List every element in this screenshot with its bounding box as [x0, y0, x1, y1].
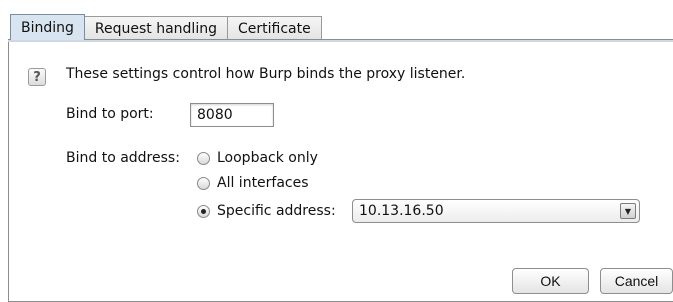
- tab-bar: Binding Request handling Certificate: [10, 14, 322, 40]
- radio-specific-address-label: Specific address:: [217, 203, 336, 219]
- radio-button-icon[interactable]: [197, 176, 210, 190]
- radio-specific-address[interactable]: Specific address:: [197, 203, 336, 219]
- bind-port-input[interactable]: 8080: [190, 103, 274, 127]
- tab-certificate[interactable]: Certificate: [226, 16, 322, 40]
- specific-address-select[interactable]: 10.13.16.50 ▼: [352, 199, 640, 223]
- radio-all-interfaces-label: All interfaces: [217, 175, 309, 191]
- tab-panel-divider: [8, 39, 673, 42]
- radio-button-icon[interactable]: [197, 151, 210, 165]
- bind-address-label: Bind to address:: [66, 150, 180, 166]
- cancel-button[interactable]: Cancel: [600, 268, 673, 294]
- chevron-down-icon[interactable]: ▼: [620, 203, 636, 219]
- radio-loopback-only[interactable]: Loopback only: [197, 150, 318, 166]
- radio-button-selected-icon[interactable]: [197, 204, 210, 218]
- bind-port-label: Bind to port:: [66, 106, 154, 122]
- help-icon[interactable]: ?: [28, 68, 46, 86]
- tab-binding[interactable]: Binding: [10, 14, 85, 40]
- radio-all-interfaces[interactable]: All interfaces: [197, 175, 309, 191]
- radio-loopback-label: Loopback only: [217, 150, 318, 166]
- specific-address-value: 10.13.16.50: [359, 203, 444, 219]
- tab-request-handling[interactable]: Request handling: [83, 16, 228, 40]
- settings-description: These settings control how Burp binds th…: [66, 66, 466, 82]
- ok-button[interactable]: OK: [512, 268, 589, 294]
